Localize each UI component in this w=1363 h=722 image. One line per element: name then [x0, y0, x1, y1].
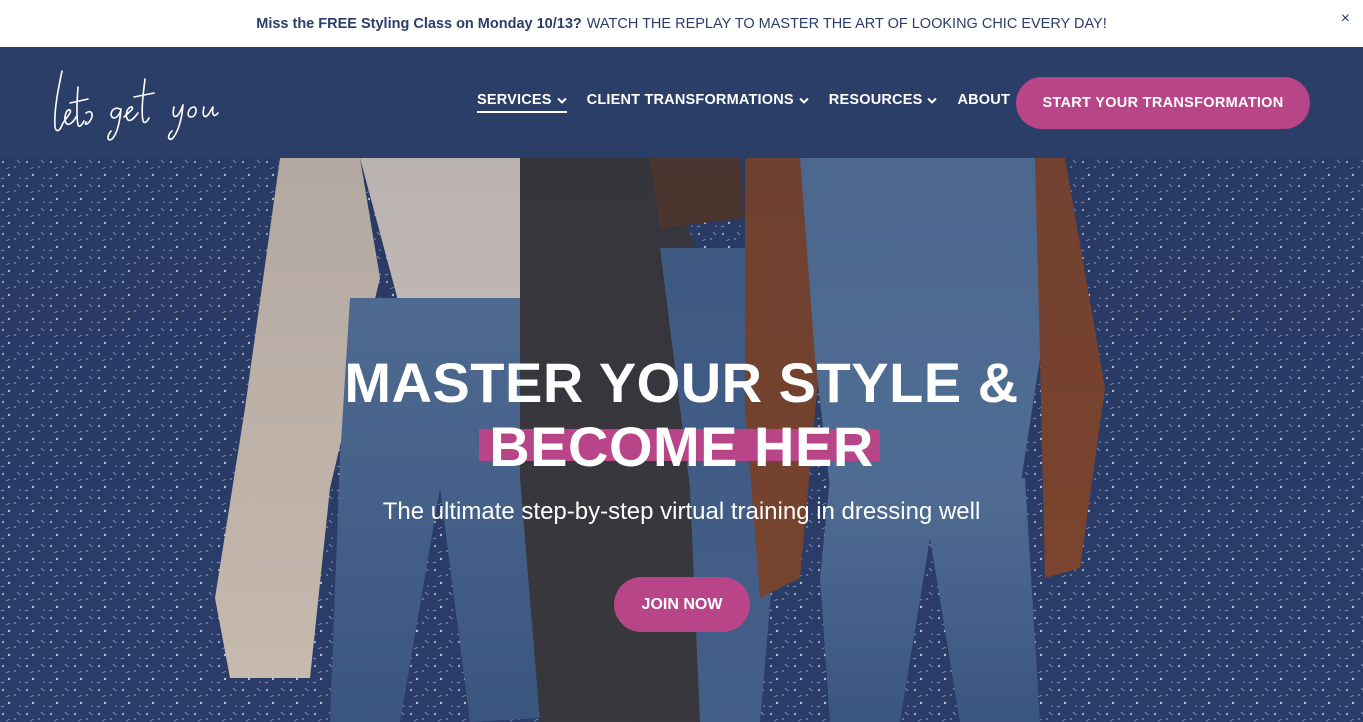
chevron-down-icon	[927, 97, 938, 104]
site-header: SERVICES CLIENT TRANSFORMATIONS RESOURCE…	[0, 47, 1363, 158]
hero-title: MASTER YOUR STYLE & BECOME HER	[0, 351, 1363, 479]
logo[interactable]	[48, 65, 233, 143]
hero-title-line2-wrapper: BECOME HER	[479, 415, 880, 479]
close-icon[interactable]: ×	[1341, 11, 1350, 27]
main-nav: SERVICES CLIENT TRANSFORMATIONS RESOURCE…	[477, 92, 1010, 113]
nav-client-transformations-label: CLIENT TRANSFORMATIONS	[586, 92, 794, 108]
hero-subtitle: The ultimate step-by-step virtual traini…	[382, 498, 981, 525]
hero-title-line2: BECOME HER	[489, 415, 874, 478]
start-transformation-button[interactable]: START YOUR TRANSFORMATION	[1016, 77, 1310, 129]
nav-resources-label: RESOURCES	[828, 92, 923, 108]
nav-services[interactable]: SERVICES	[477, 92, 567, 113]
nav-about[interactable]: ABOUT	[957, 92, 1010, 113]
join-now-button[interactable]: JOIN NOW	[614, 577, 750, 632]
logo-script-icon	[54, 70, 219, 141]
nav-about-label: ABOUT	[957, 92, 1011, 108]
chevron-down-icon	[799, 97, 809, 104]
announcement-bold-text[interactable]: Miss the FREE Styling Class on Monday 10…	[256, 16, 582, 32]
hero-title-line1: MASTER YOUR STYLE &	[344, 351, 1019, 414]
nav-resources[interactable]: RESOURCES	[829, 92, 938, 113]
chevron-down-icon	[556, 97, 567, 104]
nav-client-transformations[interactable]: CLIENT TRANSFORMATIONS	[587, 92, 809, 113]
announcement-text[interactable]: WATCH THE REPLAY TO MASTER THE ART OF LO…	[587, 16, 1107, 32]
announcement-bar: Miss the FREE Styling Class on Monday 10…	[0, 0, 1363, 47]
nav-services-label: SERVICES	[477, 92, 552, 108]
hero-section: MASTER YOUR STYLE & BECOME HER The ultim…	[0, 158, 1363, 722]
